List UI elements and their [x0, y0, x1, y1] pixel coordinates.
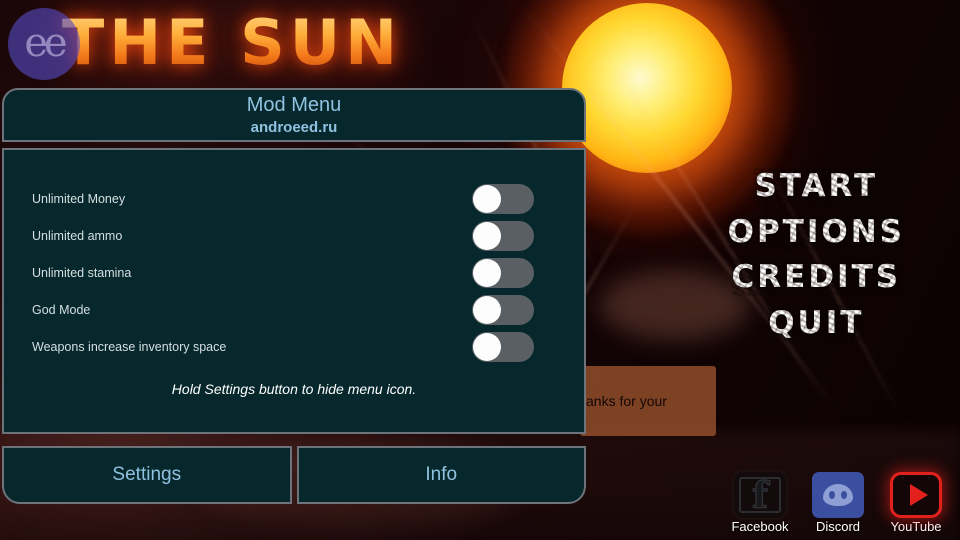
info-button[interactable]: Info — [296, 446, 586, 504]
mod-menu-button-bar: Settings Info — [2, 446, 586, 504]
game-menu-item-start[interactable]: START — [754, 168, 878, 205]
mod-menu-subtitle: androeed.ru — [250, 119, 338, 136]
toggle-switch-unlimited-money[interactable] — [472, 183, 534, 214]
discord-mascot-glyph — [823, 484, 853, 506]
game-menu-item-quit[interactable]: QUIT — [768, 304, 865, 342]
youtube-label: YouTube — [890, 519, 942, 534]
androeed-watermark-logo: ee — [8, 8, 80, 80]
mod-menu-hint-text: Hold Settings button to hide menu icon. — [171, 381, 417, 397]
mod-menu-header: Mod Menu androeed.ru — [2, 88, 586, 142]
toggle-knob — [473, 258, 501, 287]
settings-button[interactable]: Settings — [2, 446, 292, 504]
game-menu-item-options[interactable]: OPTIONS — [727, 213, 906, 251]
toggle-row-god-mode[interactable]: God Mode — [32, 291, 556, 328]
mod-menu-body: Unlimited Money Unlimited ammo Unlimited… — [2, 148, 586, 434]
game-menu-item-credits[interactable]: CREDITS — [731, 259, 902, 296]
youtube-icon[interactable] — [890, 472, 942, 518]
toggle-label: Unlimited stamina — [32, 265, 132, 280]
social-links-bar: f Facebook Discord YouTube — [726, 472, 950, 534]
discord-label: Discord — [815, 519, 861, 534]
toggle-knob — [473, 332, 501, 361]
toggle-row-unlimited-stamina[interactable]: Unlimited stamina — [32, 254, 556, 291]
discord-icon[interactable] — [812, 472, 864, 518]
thanks-toast-panel: anks for your — [580, 366, 716, 436]
youtube-play-glyph — [909, 484, 928, 506]
facebook-label: Facebook — [731, 519, 789, 534]
facebook-icon-frame — [739, 477, 781, 513]
toggle-label: Unlimited ammo — [32, 228, 123, 243]
social-link-facebook[interactable]: f Facebook — [726, 472, 794, 534]
toggle-knob — [473, 184, 501, 213]
toggle-switch-unlimited-stamina[interactable] — [472, 257, 534, 288]
toggle-row-weapons-inventory-space[interactable]: Weapons increase inventory space — [32, 328, 556, 365]
thanks-toast-text: anks for your — [586, 393, 667, 409]
mod-menu-panel: Mod Menu androeed.ru Unlimited Money Unl… — [2, 88, 586, 434]
toggle-label: Unlimited Money — [32, 191, 126, 206]
toggle-label: Weapons increase inventory space — [32, 339, 227, 354]
toggle-knob — [473, 295, 501, 324]
game-main-menu: START OPTIONS CREDITS QUIT — [727, 168, 906, 342]
watermark-glyph: ee — [24, 20, 67, 66]
toggle-label: God Mode — [32, 302, 91, 317]
toggle-knob — [473, 221, 501, 250]
game-title: THE SUN — [62, 6, 403, 79]
mod-menu-title: Mod Menu — [246, 94, 342, 116]
social-link-youtube[interactable]: YouTube — [882, 472, 950, 534]
toggle-row-unlimited-ammo[interactable]: Unlimited ammo — [32, 217, 556, 254]
facebook-icon[interactable]: f — [734, 472, 786, 518]
toggle-switch-weapons-inventory-space[interactable] — [472, 331, 534, 362]
toggle-row-unlimited-money[interactable]: Unlimited Money — [32, 180, 556, 217]
social-link-discord[interactable]: Discord — [804, 472, 872, 534]
toggle-switch-god-mode[interactable] — [472, 294, 534, 325]
toggle-switch-unlimited-ammo[interactable] — [472, 220, 534, 251]
